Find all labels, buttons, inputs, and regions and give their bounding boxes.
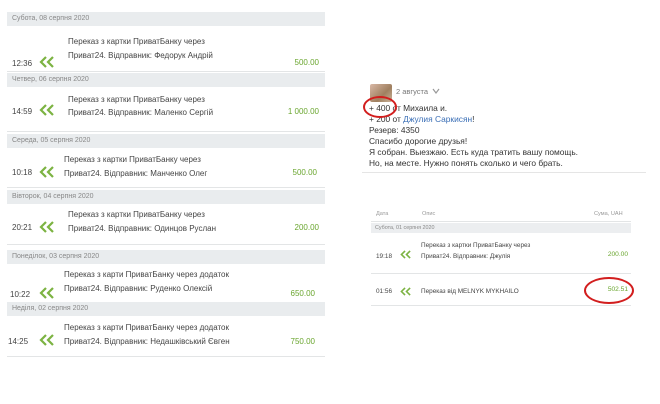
transaction-line1: Переказ з карти ПриватБанку через додато… <box>64 323 229 332</box>
highlight-circle <box>584 277 634 304</box>
day-header: Вівторок, 04 серпня 2020 <box>7 190 325 204</box>
day-header: Неділя, 02 серпня 2020 <box>7 302 325 316</box>
column-header-date: Дата <box>376 211 389 217</box>
transaction-time: 01:56 <box>376 288 392 295</box>
donor-text: от Михаила и. <box>390 103 448 113</box>
transaction-amount: 650.00 <box>290 289 315 298</box>
user-mention-link[interactable]: Джулия Саркисян <box>403 114 472 124</box>
row-divider <box>7 187 325 188</box>
incoming-chevron-icon <box>39 104 54 116</box>
column-header-description: Опис <box>422 211 436 217</box>
transaction-line1: Переказ з карти ПриватБанку через додато… <box>64 270 229 279</box>
row-divider <box>371 305 631 306</box>
transaction-line2: Приват24. Відправник: Манченко Олег <box>64 169 208 178</box>
chevron-down-icon[interactable] <box>432 88 440 94</box>
row-divider <box>7 356 325 357</box>
transaction-amount: 200.00 <box>607 251 628 258</box>
transaction-line1: Переказ з картки ПриватБанку через <box>64 155 201 164</box>
incoming-chevron-icon <box>39 56 54 68</box>
transaction-line1: Переказ з картки ПриватБанку через <box>68 210 205 219</box>
row-divider <box>7 71 325 72</box>
transaction-amount: 500.00 <box>292 168 317 177</box>
transaction-time: 10:18 <box>12 168 33 177</box>
transaction-line2: Приват24. Відправник: Маленко Сергій <box>68 108 214 117</box>
incoming-chevron-icon <box>39 166 54 178</box>
header-divider <box>371 221 631 222</box>
incoming-chevron-icon <box>400 250 411 259</box>
transaction-amount: 1 000.00 <box>287 107 319 116</box>
transaction-line2: Приват24. Відправник: Джулія <box>421 253 511 260</box>
transaction-time: 19:18 <box>376 253 392 260</box>
day-header: Понеділок, 03 серпня 2020 <box>7 250 325 264</box>
day-header: Четвер, 06 серпня 2020 <box>7 73 325 87</box>
highlight-circle <box>363 96 397 118</box>
transaction-line1: Переказ з картки ПриватБанку через <box>68 95 205 104</box>
day-header: Субота, 08 серпня 2020 <box>7 12 325 26</box>
incoming-chevron-icon <box>400 287 411 296</box>
post-line-5: Я собран. Выезжаю. Есть куда тратить ваш… <box>369 147 579 157</box>
transaction-amount: 500.00 <box>294 58 319 67</box>
transaction-line2: Приват24. Відправник: Недашківський Євге… <box>64 337 230 346</box>
transaction-line1: Переказ від MELNYK MYKHAILO <box>421 288 519 295</box>
day-header: Субота, 01 серпня 2020 <box>371 223 631 233</box>
post-line-3: Резерв: 4350 <box>369 125 420 135</box>
transaction-line2: Приват24. Відправник: Одинцов Руслан <box>68 224 216 233</box>
post-line-4: Спасибо дорогие друзья! <box>369 136 468 146</box>
transaction-line2: Приват24. Відправник: Федорук Андрій <box>68 51 213 60</box>
transaction-time: 12:36 <box>12 59 33 68</box>
row-divider <box>7 131 325 132</box>
transaction-line1: Переказ з картки ПриватБанку через <box>421 242 531 249</box>
incoming-chevron-icon <box>39 221 54 233</box>
transaction-amount: 750.00 <box>290 337 315 346</box>
post-punctuation: ! <box>472 114 475 124</box>
transaction-time: 20:21 <box>12 223 33 232</box>
transaction-time: 10:22 <box>10 290 31 299</box>
transaction-time: 14:59 <box>12 107 33 116</box>
transaction-line2: Приват24. Відправник: Руденко Олексій <box>64 284 213 293</box>
post-date[interactable]: 2 августа <box>396 87 428 96</box>
transaction-amount: 200.00 <box>294 223 319 232</box>
incoming-chevron-icon <box>39 334 54 346</box>
column-header-amount: Сума, UAH <box>594 211 623 217</box>
post-line-6: Но, на месте. Нужно понять сколько и чег… <box>369 158 563 168</box>
transaction-line1: Переказ з картки ПриватБанку через <box>68 37 205 46</box>
day-header: Середа, 05 серпня 2020 <box>7 134 325 148</box>
incoming-chevron-icon <box>39 287 54 299</box>
row-divider <box>7 244 325 245</box>
post-divider <box>362 172 646 173</box>
row-divider <box>371 273 631 274</box>
transaction-time: 14:25 <box>8 337 29 346</box>
